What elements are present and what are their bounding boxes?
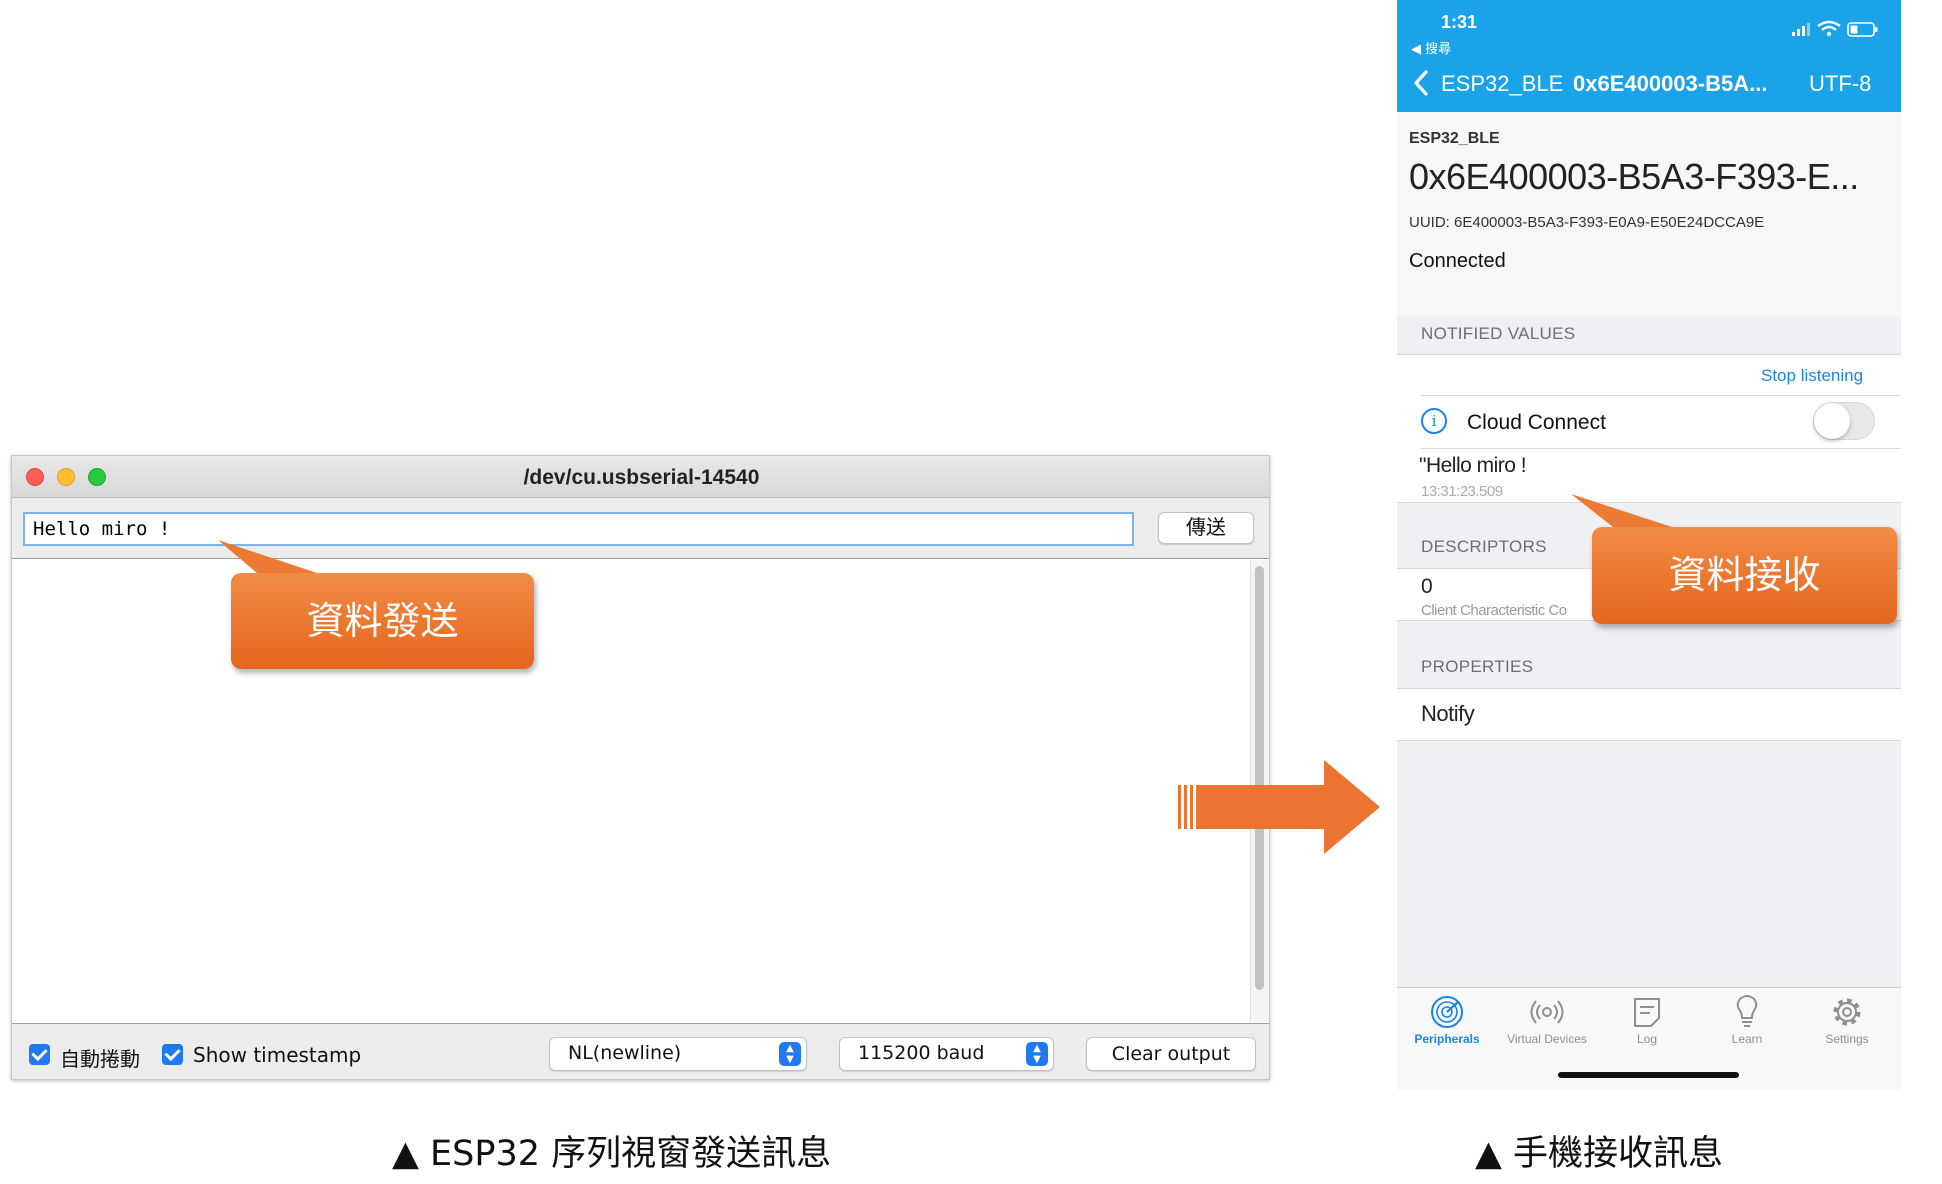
window-titlebar: /dev/cu.usbserial-14540 [12, 456, 1269, 498]
tab-virtual-devices[interactable]: Virtual Devices [1497, 994, 1597, 1046]
property-value: Notify [1421, 701, 1475, 726]
cloud-connect-toggle-knob[interactable] [1814, 403, 1850, 439]
clear-output-button[interactable]: Clear output [1086, 1037, 1256, 1071]
tab-label: Log [1636, 1032, 1658, 1046]
characteristic-uuid: UUID: 6E400003-B5A3-F393-E0A9-E50E24DCCA… [1409, 214, 1765, 231]
show-timestamp-checkbox[interactable] [162, 1044, 183, 1065]
section-header-properties: PROPERTIES [1421, 657, 1534, 676]
info-icon[interactable]: i [1421, 408, 1447, 434]
select-stepper-icon: ▲ ▼ [1026, 1042, 1048, 1066]
cloud-connect-label: Cloud Connect [1467, 411, 1606, 434]
nav-characteristic-uuid: 0x6E400003-B5A... [1573, 71, 1768, 96]
message-input[interactable] [23, 512, 1134, 546]
autoscroll-label: 自動捲動 [60, 1047, 140, 1071]
connection-status: Connected [1409, 250, 1506, 272]
separator [1421, 448, 1901, 449]
wifi-icon [1817, 20, 1841, 37]
tab-settings[interactable]: Settings [1797, 994, 1897, 1046]
stop-listening-button[interactable]: Stop listening [1761, 366, 1863, 386]
tab-learn[interactable]: Learn [1697, 994, 1797, 1046]
characteristic-title: 0x6E400003-B5A3-F393-E... [1409, 156, 1859, 197]
callout-receive: 資料接收 [1592, 527, 1897, 624]
tab-label: Learn [1731, 1032, 1763, 1046]
separator [1421, 395, 1901, 396]
autoscroll-checkbox[interactable] [29, 1044, 50, 1065]
back-chevron-icon[interactable] [1411, 68, 1431, 98]
baud-rate-select[interactable]: 115200 baud ▲ ▼ [839, 1037, 1054, 1071]
descriptor-value: 0 [1421, 575, 1433, 598]
tab-label: Settings [1825, 1032, 1869, 1046]
status-back-to-app[interactable]: ◀ 搜尋 [1411, 38, 1451, 57]
line-ending-value: NL(newline) [568, 1042, 682, 1064]
window-title: /dev/cu.usbserial-14540 [523, 466, 760, 489]
gear-icon [1833, 998, 1861, 1026]
home-indicator[interactable] [1558, 1072, 1739, 1078]
status-icons [1792, 20, 1878, 37]
notified-value: "Hello miro ! [1419, 454, 1527, 477]
line-ending-select[interactable]: NL(newline) ▲ ▼ [549, 1037, 807, 1071]
callout-send: 資料發送 [231, 573, 534, 669]
nav-device-name: ESP32_BLE [1441, 71, 1564, 96]
caption-phone: ▲ 手機接收訊息 [1475, 1134, 1724, 1174]
status-time: 1:31 [1441, 12, 1478, 32]
tab-log[interactable]: Log [1597, 994, 1697, 1046]
flow-arrow-icon [1178, 760, 1380, 854]
serial-monitor-window: /dev/cu.usbserial-14540 傳送 自動捲動 Show tim… [11, 455, 1270, 1080]
section-header-notified: NOTIFIED VALUES [1421, 324, 1576, 343]
serial-output-area[interactable] [12, 558, 1269, 1024]
signal-icon [1792, 23, 1810, 36]
select-stepper-icon: ▲ ▼ [779, 1042, 801, 1066]
notified-timestamp: 13:31:23.509 [1421, 483, 1503, 500]
show-timestamp-label: Show timestamp [193, 1043, 362, 1067]
descriptor-name: Client Characteristic Co [1421, 602, 1567, 619]
encoding-button[interactable]: UTF-8 [1809, 71, 1871, 97]
tab-label: Virtual Devices [1507, 1032, 1587, 1046]
device-name: ESP32_BLE [1409, 130, 1500, 147]
peripherals-icon [1431, 996, 1463, 1028]
navigation-bar: 1:31 ◀ 搜尋 ESP32_BLE 0x6E400003-B5A... UT… [1397, 0, 1901, 112]
baud-rate-value: 115200 baud [858, 1042, 985, 1064]
tab-peripherals[interactable]: Peripherals [1397, 994, 1497, 1046]
log-icon [1634, 998, 1660, 1027]
caption-serial-monitor: ▲ ESP32 序列視窗發送訊息 [392, 1134, 832, 1174]
section-header-descriptors: DESCRIPTORS [1421, 537, 1547, 556]
send-button[interactable]: 傳送 [1158, 512, 1254, 544]
virtual-devices-icon [1530, 1000, 1564, 1024]
tab-label: Peripherals [1414, 1032, 1480, 1046]
battery-icon [1847, 22, 1878, 37]
lightbulb-icon [1736, 995, 1758, 1027]
